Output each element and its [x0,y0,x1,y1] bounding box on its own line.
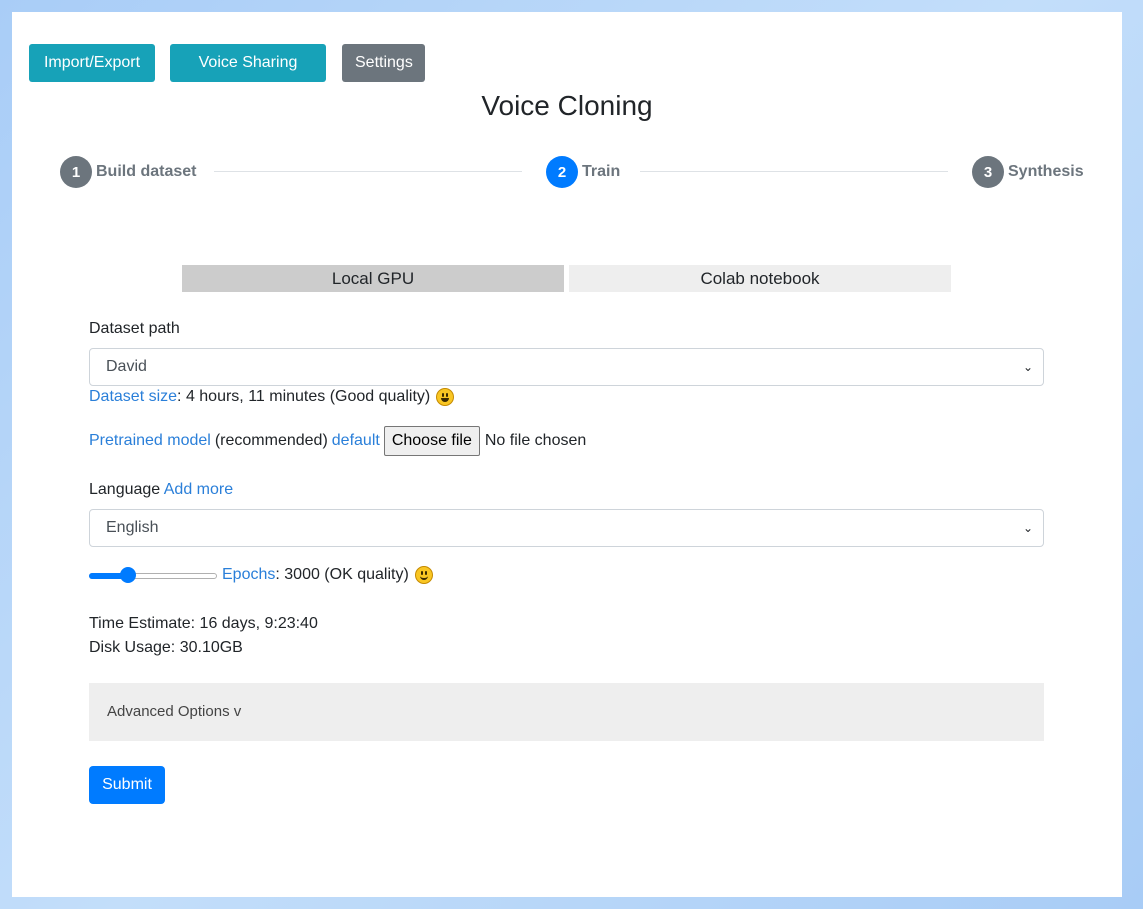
step-label: Synthesis [1008,163,1084,180]
dataset-size-row: Dataset size : 4 hours, 11 minutes (Good… [89,388,455,406]
import-export-button[interactable]: Import/Export [29,44,155,82]
main-card: Import/Export Voice Sharing Hub Settings… [12,12,1122,897]
time-estimate: Time Estimate: 16 days, 9:23:40 [89,615,318,632]
add-more-link[interactable]: Add more [164,481,233,498]
voice-sharing-hub-button[interactable]: Voice Sharing Hub [170,44,326,109]
dataset-path-label: Dataset path [89,320,180,337]
language-select[interactable]: English ⌄ [89,509,1044,547]
chevron-down-icon: ⌄ [1022,360,1033,374]
language-label-row: Language Add more [89,481,233,499]
tab-colab-notebook[interactable]: Colab notebook [569,265,951,292]
chevron-down-icon: v [233,703,242,720]
language-value: English [106,519,159,536]
grinning-face-icon [436,388,455,406]
dataset-path-value: David [106,358,147,375]
advanced-options-toggle[interactable]: Advanced Options v [89,683,1044,741]
step-number: 1 [60,156,92,188]
dataset-size-link[interactable]: Dataset size [89,388,177,406]
step-label: Build dataset [96,163,197,180]
step-number: 3 [972,156,1004,188]
submit-button[interactable]: Submit [89,766,165,804]
epochs-text: : 3000 (OK quality) [275,566,409,583]
step-label: Train [582,163,621,180]
step-connector [214,171,522,172]
step-build-dataset[interactable]: 1 Build dataset [60,156,196,188]
settings-button[interactable]: Settings [342,44,425,82]
pretrained-default-link[interactable]: default [332,432,380,450]
pretrained-recommended-note: (recommended) [214,432,328,449]
dataset-path-select[interactable]: David ⌄ [89,348,1044,386]
dataset-size-text: : 4 hours, 11 minutes (Good quality) [177,388,431,405]
choose-file-button[interactable]: Choose file [383,426,480,456]
pretrained-model-link[interactable]: Pretrained model [89,432,211,450]
page-title: Voice Cloning [481,90,653,121]
step-number: 2 [546,156,578,188]
step-train[interactable]: 2 Train [546,156,620,188]
epochs-link[interactable]: Epochs [222,566,275,584]
slider-thumb[interactable] [120,567,136,583]
step-connector [640,171,948,172]
step-synthesis[interactable]: 3 Synthesis [972,156,1084,188]
tab-local-gpu[interactable]: Local GPU [182,265,564,292]
file-status-text: No file chosen [484,432,587,449]
advanced-options-label: Advanced Options [107,703,230,720]
slightly-smiling-face-icon [414,566,433,584]
epochs-row: Epochs : 3000 (OK quality) [89,564,433,586]
epochs-slider[interactable] [89,566,217,584]
chevron-down-icon: ⌄ [1022,521,1033,535]
disk-usage: Disk Usage: 30.10GB [89,639,243,656]
language-label: Language [89,481,161,498]
pretrained-model-row: Pretrained model (recommended) default C… [89,426,586,456]
